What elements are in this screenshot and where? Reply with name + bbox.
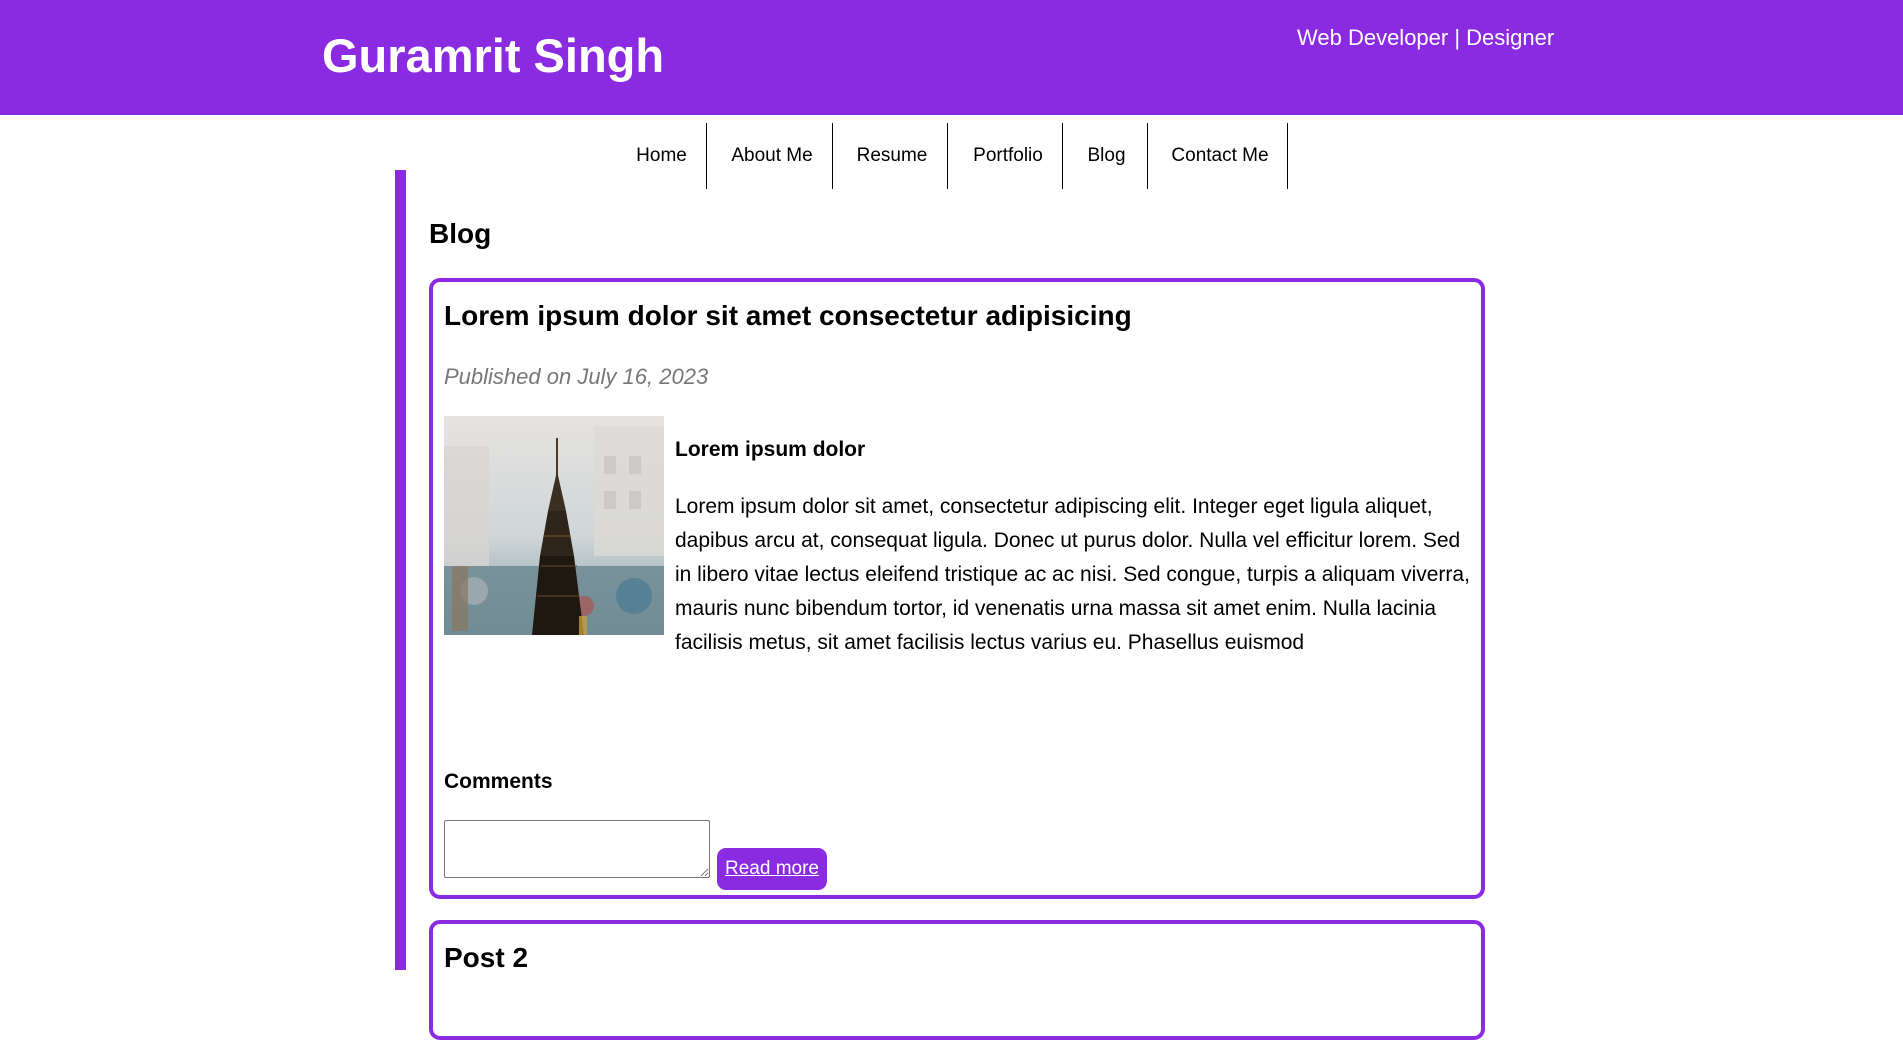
blog-post-card: Lorem ipsum dolor sit amet consectetur a… [429,278,1485,899]
comments-label: Comments [444,770,553,793]
nav-item-blog[interactable]: Blog [1080,123,1133,189]
post-subheading: Lorem ipsum dolor [675,438,866,461]
main-nav: Home About Me Resume Portfolio Blog Cont… [0,123,1903,189]
city-tower-photo-icon [444,416,664,635]
post-title: Lorem ipsum dolor sit amet consectetur a… [444,300,1132,331]
nav-item-contact-me[interactable]: Contact Me [1164,123,1276,189]
blog-post-card: Post 2 [429,920,1485,1040]
nav-divider [1062,123,1063,189]
main-accent-bar [395,170,406,970]
post-body: Lorem ipsum dolor sit amet, consectetur … [675,495,1470,654]
post-title: Post 2 [444,942,529,973]
nav-divider [832,123,833,189]
nav-divider [1287,123,1288,189]
page-title: Blog [429,218,492,249]
site-header: Guramrit Singh Web Developer | Designer [0,0,1903,115]
comment-input[interactable] [444,820,710,878]
site-title: Guramrit Singh [322,29,665,82]
site-tagline: Web Developer | Designer [1297,25,1555,50]
nav-divider [1147,123,1148,189]
nav-divider [706,123,707,189]
nav-item-about-me[interactable]: About Me [722,123,822,189]
post-image [444,416,664,635]
nav-item-portfolio[interactable]: Portfolio [965,123,1051,189]
post-date: Published on July 16, 2023 [444,364,709,389]
nav-item-home[interactable]: Home [627,123,696,189]
nav-item-resume[interactable]: Resume [850,123,934,189]
nav-divider [947,123,948,189]
read-more-button[interactable]: Read more [717,848,827,890]
